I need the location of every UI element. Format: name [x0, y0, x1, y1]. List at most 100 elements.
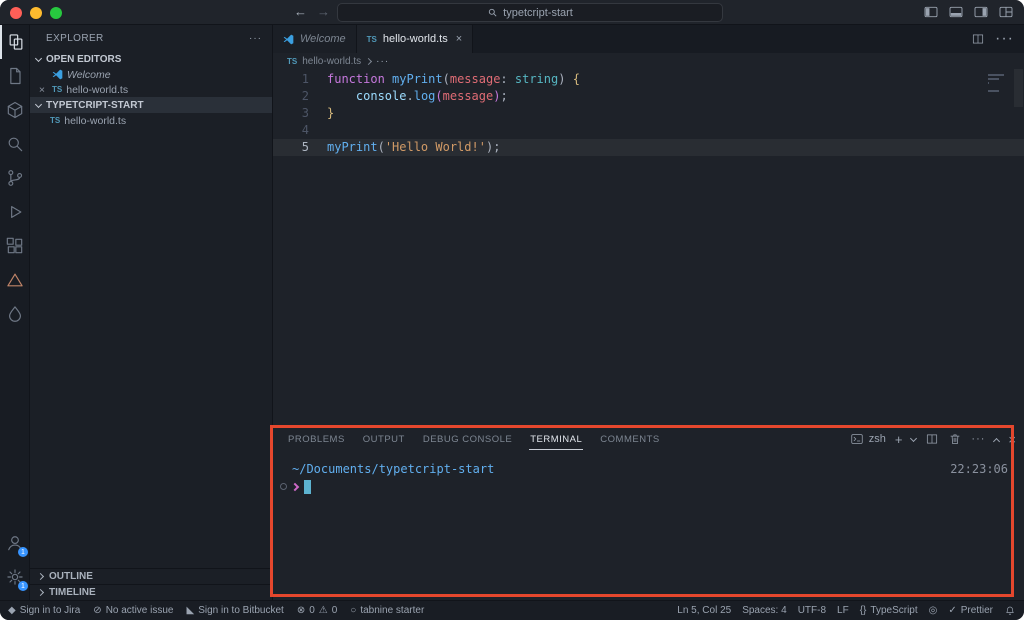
command-center-search[interactable]: typetcript-start: [337, 3, 723, 22]
open-editors-section-header[interactable]: OPEN EDITORS: [30, 51, 272, 67]
code-text: function myPrint(message: string) {: [327, 72, 580, 86]
close-window-button[interactable]: [10, 7, 22, 19]
code-editor[interactable]: 1 function myPrint(message: string) { 2 co…: [273, 69, 1024, 426]
statusbar-item-jira-signin[interactable]: ◆ Sign in to Jira: [8, 605, 80, 616]
typescript-file-icon: TS: [52, 85, 63, 94]
explorer-icon[interactable]: [0, 25, 29, 59]
line-number: 1: [301, 72, 309, 86]
more-actions-icon[interactable]: ···: [249, 33, 262, 44]
search-icon[interactable]: [0, 127, 29, 161]
zoom-window-button[interactable]: [50, 7, 62, 19]
typescript-file-icon: TS: [366, 34, 377, 44]
workspace-section-header[interactable]: TYPETCRIPT-START: [30, 97, 272, 113]
split-terminal-icon[interactable]: [925, 432, 939, 446]
bell-icon: [1006, 606, 1014, 615]
settings-gear-icon[interactable]: 1: [0, 560, 29, 594]
statusbar-item-language-mode[interactable]: {} TypeScript: [860, 605, 918, 616]
status-extension-icon: ◎: [928, 605, 938, 616]
bitbucket-signin-icon: ◣: [186, 605, 195, 616]
prettier-icon: ✓: [948, 605, 957, 616]
statusbar-item-tabnine[interactable]: ○ tabnine starter: [350, 605, 424, 616]
language-mode-icon: {}: [859, 605, 867, 616]
panel-tab-problems[interactable]: PROBLEMS: [287, 428, 346, 450]
new-terminal-icon[interactable]: +: [895, 432, 903, 447]
open-editors-list: Welcome × TS hello-world.ts: [30, 67, 272, 97]
open-editor-item[interactable]: Welcome: [30, 67, 272, 82]
maximize-panel-icon[interactable]: [993, 437, 1001, 445]
new-file-icon[interactable]: [0, 59, 29, 93]
source-control-icon[interactable]: [0, 161, 29, 195]
kill-terminal-trash-icon[interactable]: [948, 432, 962, 446]
nav-back-icon[interactable]: ←: [294, 4, 307, 19]
search-value: typetcript-start: [503, 6, 573, 19]
panel-header: PROBLEMS OUTPUT DEBUG CONSOLE TERMINAL COMME…: [273, 426, 1024, 452]
package-icon[interactable]: [0, 93, 29, 127]
toggle-panel-icon[interactable]: [948, 4, 964, 20]
statusbar-item-active-issue[interactable]: ⊘ No active issue: [93, 605, 173, 616]
problems-icon: ⊗: [296, 605, 306, 616]
triangle-extension-icon[interactable]: [0, 263, 29, 297]
line-number: 4: [301, 123, 309, 137]
traffic-lights: [10, 7, 62, 19]
editor-tab-hello-world.ts[interactable]: TS hello-world.ts ×: [356, 25, 474, 53]
more-actions-icon[interactable]: ···: [971, 433, 985, 445]
panel-tab-output[interactable]: OUTPUT: [362, 428, 406, 450]
outline-section-header[interactable]: OUTLINE: [30, 568, 272, 584]
statusbar-item-indentation[interactable]: Spaces: 4: [742, 605, 786, 616]
line-number: 5: [301, 140, 309, 154]
code-line: 2 console.log(message);: [273, 88, 1024, 105]
active-issue-icon: ⊘: [93, 605, 102, 616]
minimap[interactable]: [988, 74, 1008, 94]
editor-tab-Welcome[interactable]: Welcome: [273, 25, 357, 53]
accounts-icon[interactable]: 1: [0, 526, 29, 560]
titlebar: ← → typetcript-start: [0, 0, 1024, 25]
sidebar-title: EXPLORER: [46, 32, 104, 44]
chevron-down-icon[interactable]: [910, 434, 918, 442]
vscode-logo-icon: [283, 34, 294, 44]
code-text: console.log(message);: [355, 89, 508, 103]
statusbar-item-encoding[interactable]: UTF-8: [798, 605, 826, 616]
statusbar-item-notifications[interactable]: [1004, 605, 1016, 617]
toggle-sidebar-icon[interactable]: [923, 4, 939, 20]
open-editor-item[interactable]: × TS hello-world.ts: [30, 82, 272, 97]
minimize-window-button[interactable]: [30, 7, 42, 19]
settings-badge: 1: [18, 581, 28, 591]
vscode-logo-icon: [52, 69, 63, 80]
nav-forward-icon[interactable]: →: [317, 4, 330, 19]
panel-tab-terminal[interactable]: TERMINAL: [529, 428, 584, 450]
more-actions-icon[interactable]: ···: [995, 30, 1014, 48]
code-line: 4: [273, 122, 1024, 139]
file-label: hello-world.ts: [64, 114, 127, 127]
panel-tab-comments[interactable]: COMMENTS: [599, 428, 660, 450]
code-line: 1 function myPrint(message: string) {: [273, 71, 1024, 88]
toggle-secondary-sidebar-icon[interactable]: [973, 4, 989, 20]
statusbar-item-eol[interactable]: LF: [837, 605, 849, 616]
customize-layout-icon[interactable]: [998, 4, 1014, 20]
editor-scrollbar[interactable]: [1014, 69, 1023, 107]
code-line: 3}: [273, 105, 1024, 122]
close-panel-icon[interactable]: ×: [1008, 432, 1016, 447]
terminal-output[interactable]: ~/Documents/typetcript-start 22:23:06: [273, 452, 1024, 600]
run-debug-icon[interactable]: [0, 195, 29, 229]
close-icon[interactable]: ×: [456, 33, 462, 45]
statusbar-item-prettier[interactable]: ✓ Prettier: [948, 605, 993, 616]
tabnine-icon: ○: [350, 605, 357, 616]
warning-icon: ⚠: [318, 605, 328, 616]
drop-extension-icon[interactable]: [0, 297, 29, 331]
file-tree-item[interactable]: TS hello-world.ts: [30, 113, 272, 128]
timeline-section-header[interactable]: TIMELINE: [30, 584, 272, 600]
command-decoration-icon: [280, 483, 287, 490]
close-icon[interactable]: ×: [36, 84, 48, 96]
open-editor-label: Welcome: [67, 68, 111, 81]
statusbar-item-problems[interactable]: ⊗ 0 ⚠ 0: [297, 605, 337, 616]
split-editor-icon[interactable]: [971, 32, 985, 46]
statusbar-item-cursor-position[interactable]: Ln 5, Col 25: [677, 605, 731, 616]
extensions-icon[interactable]: [0, 229, 29, 263]
vscode-window: ← → typetcript-start 1 1 EXPLORER ··· OP…: [0, 0, 1024, 620]
statusbar-item-status-extension[interactable]: ◎: [929, 605, 938, 616]
activity-bar: 1 1: [0, 25, 30, 600]
statusbar-item-bitbucket-signin[interactable]: ◣ Sign in to Bitbucket: [187, 605, 284, 616]
terminal-profile-select[interactable]: zsh: [850, 432, 886, 446]
breadcrumb[interactable]: TS hello-world.ts ···: [273, 53, 1024, 69]
panel-tab-debug-console[interactable]: DEBUG CONSOLE: [422, 428, 513, 450]
